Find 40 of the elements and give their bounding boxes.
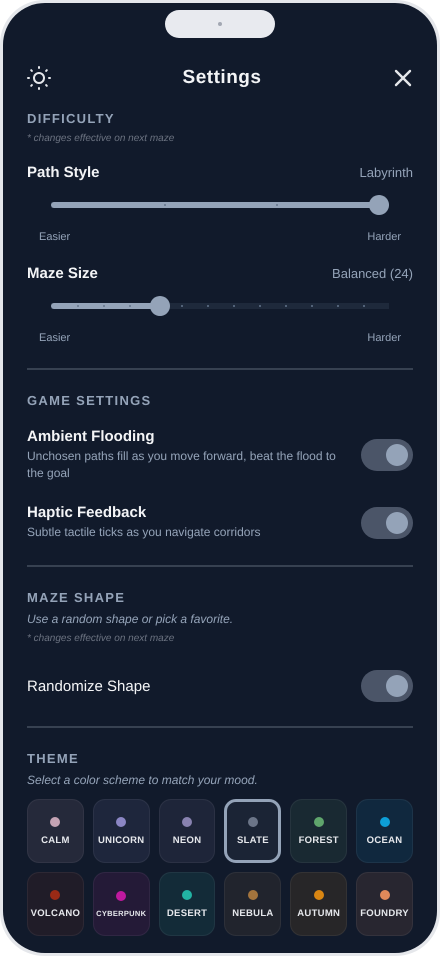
max-label: Harder xyxy=(367,231,401,243)
toggle-switch[interactable] xyxy=(361,439,413,471)
theme-tile[interactable]: SLATE xyxy=(224,799,282,863)
toggle-switch[interactable] xyxy=(361,506,413,538)
slider-value: Labyrinth xyxy=(360,165,413,180)
section-subtitle: Use a random shape or pick a favorite. xyxy=(27,612,234,626)
theme-tile[interactable]: FOUNDRY xyxy=(356,872,413,936)
section-heading: GAME SETTINGS xyxy=(27,393,153,408)
setting-label: Ambient Flooding xyxy=(27,428,156,445)
min-label: Easier xyxy=(39,332,70,344)
close-icon[interactable] xyxy=(392,68,413,88)
slider-label: Path Style xyxy=(27,164,100,181)
section-heading: THEME xyxy=(27,751,80,766)
theme-tile[interactable]: OCEAN xyxy=(356,799,413,863)
theme-tile[interactable]: AUTUMN xyxy=(290,872,348,936)
note-text: * changes effective on next maze xyxy=(27,133,176,144)
theme-tile[interactable]: CALM xyxy=(27,799,84,863)
slider-value: Balanced (24) xyxy=(332,266,413,281)
setting-description: Subtle tactile ticks as you navigate corridors xyxy=(27,524,262,541)
theme-tile[interactable]: FOREST xyxy=(290,799,348,863)
slider-thumb[interactable] xyxy=(369,195,389,215)
section-subtitle: Select a color scheme to match your mood. xyxy=(27,773,259,787)
setting-description: Unchosen paths fill as you move forward, beat the flood to the goal xyxy=(27,448,337,482)
setting-label: Randomize Shape xyxy=(27,678,150,694)
slider-thumb[interactable] xyxy=(150,296,170,316)
theme-tile[interactable]: DESERT xyxy=(158,872,216,936)
section-heading: DIFFICULTY xyxy=(27,111,116,126)
theme-tile[interactable]: NEBULA xyxy=(224,872,282,936)
toggle-switch[interactable] xyxy=(361,670,413,702)
sun-icon[interactable] xyxy=(27,66,51,90)
theme-tile[interactable]: VOLCANO xyxy=(27,872,84,936)
note-text: * changes effective on next maze xyxy=(27,633,176,644)
settings-title: Settings xyxy=(182,67,262,89)
theme-tile[interactable]: NEON xyxy=(158,799,216,863)
max-label: Harder xyxy=(367,332,401,344)
setting-label: Haptic Feedback xyxy=(27,504,148,521)
section-heading: MAZE SHAPE xyxy=(27,590,126,605)
slider-label: Maze Size xyxy=(27,265,98,282)
min-label: Easier xyxy=(39,231,70,243)
theme-tile[interactable]: UNICORN xyxy=(92,799,150,863)
